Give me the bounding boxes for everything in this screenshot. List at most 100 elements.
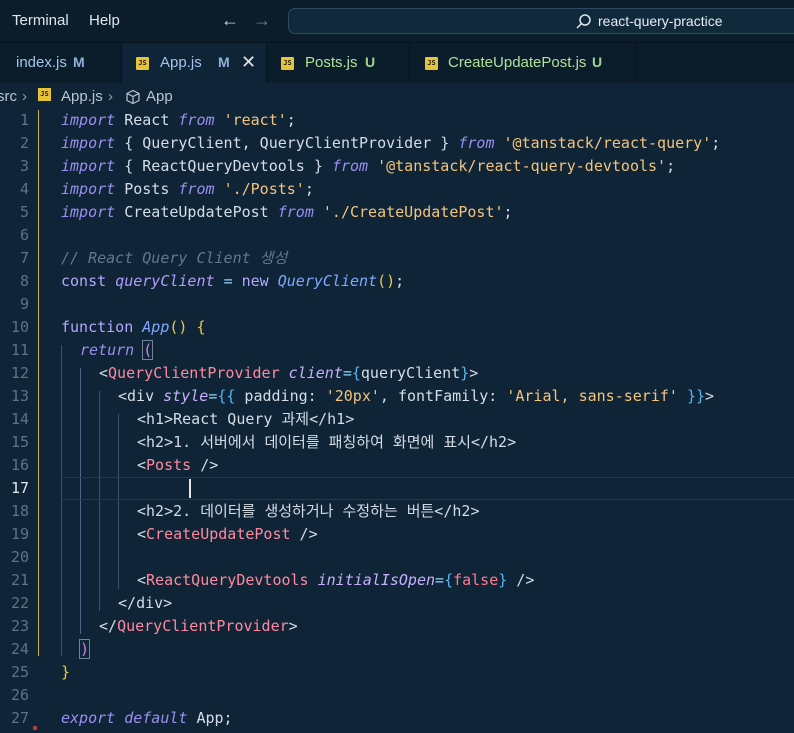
code-token: >2. 데이터를 생성하거나 수정하는 버튼</ <box>164 502 453 520</box>
code-token: } <box>61 663 71 681</box>
code-token: /> <box>191 456 219 474</box>
tab-posts-js[interactable]: JS Posts.js U <box>267 43 410 83</box>
code-token: export <box>61 709 116 727</box>
code-text: </div> <box>118 592 172 615</box>
code-token: = <box>342 364 352 382</box>
close-icon[interactable]: ✕ <box>241 52 256 73</box>
code-text: </QueryClientProvider> <box>99 615 298 638</box>
code-token: App <box>142 318 170 336</box>
code-text: <CreateUpdatePost /> <box>137 523 318 546</box>
code-editor[interactable]: 1 import React from 'react'; 2 import { Qu… <box>0 109 794 733</box>
code-token: = <box>208 387 218 405</box>
line-number: 11 <box>10 341 29 359</box>
code-token: h1 <box>327 410 346 428</box>
code-line: 13 <div style={{ padding: '20px', fontFam… <box>0 385 794 408</box>
code-token: initialIsOpen <box>317 571 436 589</box>
line-number: 16 <box>10 456 29 474</box>
command-center-search[interactable]: react-query-practice <box>288 8 794 34</box>
tab-label: index.js <box>16 54 67 71</box>
code-token: {{ <box>217 387 236 405</box>
code-text: <QueryClientProvider client={queryClient… <box>99 362 478 385</box>
code-text: export default App; <box>61 707 233 730</box>
code-line: 4 import Posts from './Posts'; <box>0 178 794 201</box>
arrow-left-icon[interactable]: ← <box>219 9 241 31</box>
breadcrumb-symbol[interactable]: App <box>146 88 173 105</box>
code-token: >React Query 과제</ <box>164 410 328 428</box>
code-token: padding: <box>235 387 326 405</box>
menu-terminal[interactable]: Terminal <box>12 12 69 29</box>
line-number: 9 <box>19 295 29 313</box>
breadcrumb-folder[interactable]: src <box>0 88 17 105</box>
menu-help[interactable]: Help <box>89 12 120 29</box>
code-text: import React from 'react'; <box>61 109 296 132</box>
line-number: 25 <box>10 663 29 681</box>
code-token: client <box>288 364 343 382</box>
code-line: 1 import React from 'react'; <box>0 109 794 132</box>
code-line: 16 <Posts /> <box>0 454 794 477</box>
code-token: div <box>136 594 164 612</box>
code-token: } <box>498 571 508 589</box>
line-number: 22 <box>10 594 29 612</box>
code-token: < <box>137 502 147 520</box>
code-line: 25} <box>0 661 794 684</box>
search-icon <box>576 14 591 29</box>
code-token: >1. 서버에서 데이터를 패칭하여 화면에 표시</ <box>164 433 490 451</box>
line-number: 20 <box>10 548 29 566</box>
editor-tab-bar: index.js M JS App.js M ✕ JS Posts.js U J… <box>0 43 794 83</box>
code-token: () <box>169 318 197 336</box>
breadcrumb-file[interactable]: App.js <box>61 88 103 105</box>
code-text: <h1>React Query 과제</h1> <box>137 408 354 431</box>
code-token: import <box>61 157 116 175</box>
code-token: /> <box>507 571 535 589</box>
tab-index-js[interactable]: index.js M <box>0 43 122 83</box>
code-text: import { QueryClient, QueryClientProvide… <box>61 132 720 155</box>
code-token: 'react' <box>223 111 287 129</box>
code-token: < <box>137 571 147 589</box>
code-text: // React Query Client 생성 <box>61 247 287 270</box>
code-line: 18 <h2>2. 데이터를 생성하거나 수정하는 버튼</h2> <box>0 500 794 523</box>
tab-status-badge: M <box>73 54 85 70</box>
code-text: <div style={{ padding: '20px', fontFamil… <box>118 385 714 408</box>
code-line: 2 import { QueryClient, QueryClientProvid… <box>0 132 794 155</box>
code-token: { <box>351 364 361 382</box>
breadcrumb: src › JS App.js › App <box>0 86 794 108</box>
code-token: React <box>115 111 179 129</box>
code-token: > <box>470 502 480 520</box>
code-token: '20px' <box>325 387 380 405</box>
line-number: 12 <box>10 364 29 382</box>
code-line: 14 <h1>React Query 과제</h1> <box>0 408 794 431</box>
code-token: h1 <box>146 410 165 428</box>
code-token: CreateUpdatePost <box>115 203 278 221</box>
code-token: ; <box>286 111 296 129</box>
code-line: 9 <box>0 293 794 316</box>
code-text: return ( <box>80 339 154 362</box>
code-token: /> <box>290 525 318 543</box>
code-token: { ReactQueryDevtools } <box>115 157 332 175</box>
code-token: from <box>277 203 314 221</box>
code-token: } <box>460 364 470 382</box>
line-number: 8 <box>19 272 29 290</box>
title-bar: Terminal Help ← → react-query-practice <box>0 0 794 43</box>
code-token: // React Query Client 생성 <box>61 249 288 267</box>
code-line: 20 <box>0 546 794 569</box>
code-token: function <box>61 318 134 336</box>
code-line: 27 export default App; <box>0 707 794 730</box>
arrow-right-icon[interactable]: → <box>251 9 273 31</box>
code-line: 5 import CreateUpdatePost from './CreateU… <box>0 201 794 224</box>
tab-app-js[interactable]: JS App.js M ✕ <box>122 43 267 83</box>
line-number: 6 <box>19 226 29 244</box>
code-text: import CreateUpdatePost from './CreateUp… <box>61 201 513 224</box>
line-number: 23 <box>10 617 29 635</box>
code-line: 7 // React Query Client 생성 <box>0 247 794 270</box>
tab-createupdatepost-js[interactable]: JS CreateUpdatePost.js U <box>410 43 637 83</box>
code-line: 11 return ( <box>0 339 794 362</box>
text-cursor <box>189 479 191 498</box>
code-token: Posts <box>146 456 192 474</box>
javascript-file-icon: JS <box>38 88 51 101</box>
